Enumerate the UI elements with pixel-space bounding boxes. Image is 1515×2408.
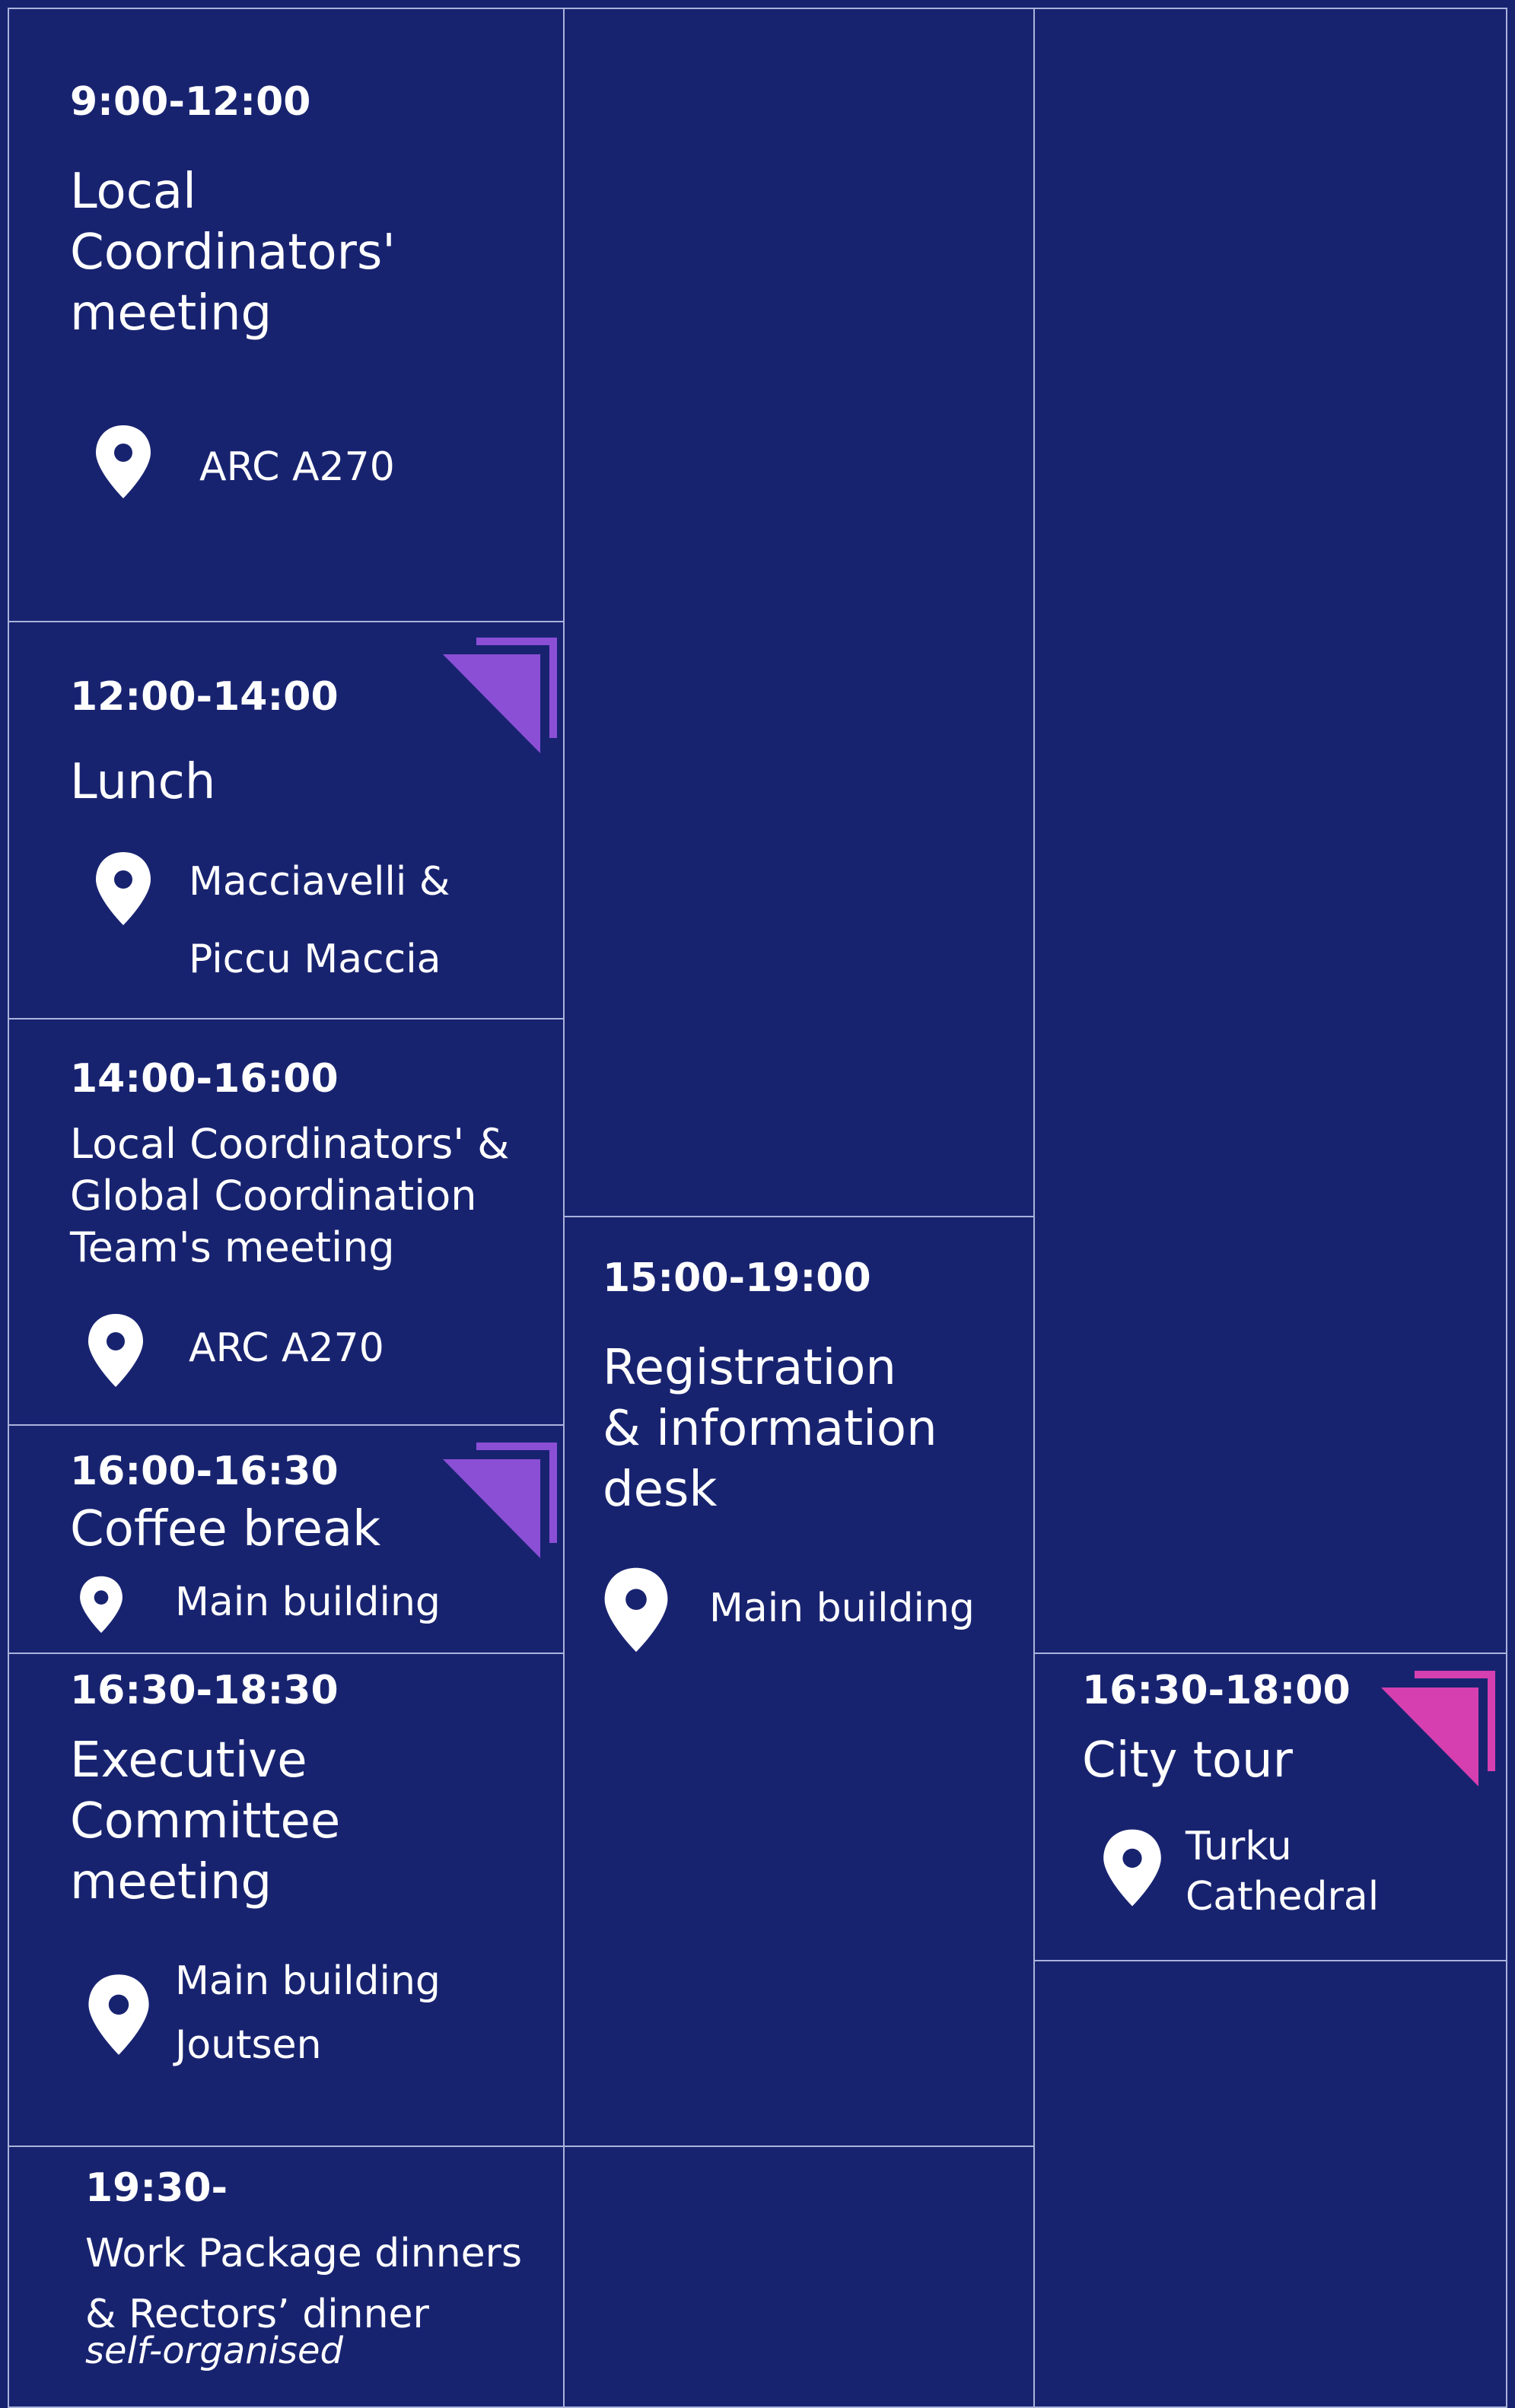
event-card-coffee-break[interactable]: 16:00-16:30 Coffee break Main building [8, 1424, 565, 1654]
event-card-city-tour[interactable]: 16:30-18:00 City tour Turku Cathedral [1033, 1653, 1507, 1961]
event-location: ARC A270 [199, 444, 395, 490]
corner-triangle-icon [443, 1443, 557, 1558]
event-title: City tour [1082, 1732, 1293, 1789]
event-location: Turku Cathedral [1186, 1824, 1380, 1920]
map-pin-icon [96, 425, 151, 498]
map-pin-icon [88, 1974, 149, 2055]
event-title: Registration & information desk [603, 1340, 937, 1518]
map-pin-icon [80, 1576, 123, 1633]
event-card-dinners[interactable]: 19:30- Work Package dinners & Rectors’ d… [8, 2146, 565, 2408]
event-time: 16:30-18:00 [1082, 1668, 1351, 1713]
event-title: Local Coordinators' & Global Coordinatio… [70, 1120, 510, 1271]
event-time: 19:30- [85, 2165, 228, 2211]
corner-triangle-icon [1381, 1671, 1495, 1786]
event-location: Main building Joutsen [175, 1958, 441, 2068]
empty-slot [563, 2146, 1035, 2408]
event-card-coordination-team-meeting[interactable]: 14:00-16:00 Local Coordinators' & Global… [8, 1018, 565, 1426]
event-title: Executive Committee meeting [70, 1732, 341, 1910]
map-pin-icon [96, 852, 151, 925]
empty-slot [1033, 1960, 1507, 2408]
event-location: ARC A270 [189, 1325, 384, 1371]
event-card-executive-committee[interactable]: 16:30-18:30 Executive Committee meeting … [8, 1653, 565, 2147]
event-title: Lunch [70, 754, 216, 810]
event-card-registration[interactable]: 15:00-19:00 Registration & information d… [563, 1216, 1035, 2147]
event-time: 15:00-19:00 [603, 1255, 871, 1301]
event-time: 9:00-12:00 [70, 79, 311, 125]
event-time: 12:00-14:00 [70, 674, 339, 720]
event-location: Main building [175, 1579, 441, 1625]
map-pin-icon [88, 1314, 143, 1387]
event-location: Macciavelli & Piccu Maccia [189, 859, 450, 982]
event-time: 16:00-16:30 [70, 1449, 339, 1494]
event-location: Main building [709, 1586, 975, 1631]
empty-slot [563, 8, 1035, 1217]
map-pin-icon [1103, 1829, 1161, 1907]
event-card-lunch[interactable]: 12:00-14:00 Lunch Macciavelli & Piccu Ma… [8, 621, 565, 1020]
event-title: Coffee break [70, 1501, 381, 1557]
map-pin-icon [604, 1567, 668, 1653]
event-note: self-organised [85, 2330, 343, 2372]
event-time: 16:30-18:30 [70, 1668, 339, 1713]
empty-slot [1033, 8, 1507, 1654]
event-title: Local Coordinators' meeting [70, 164, 396, 342]
event-time: 14:00-16:00 [70, 1056, 339, 1102]
corner-triangle-icon [443, 638, 557, 753]
schedule-grid: 9:00-12:00 Local Coordinators' meeting A… [0, 0, 1515, 2408]
event-title: Work Package dinners & Rectors’ dinner [85, 2231, 523, 2337]
event-card-coordinators-meeting[interactable]: 9:00-12:00 Local Coordinators' meeting A… [8, 8, 565, 622]
